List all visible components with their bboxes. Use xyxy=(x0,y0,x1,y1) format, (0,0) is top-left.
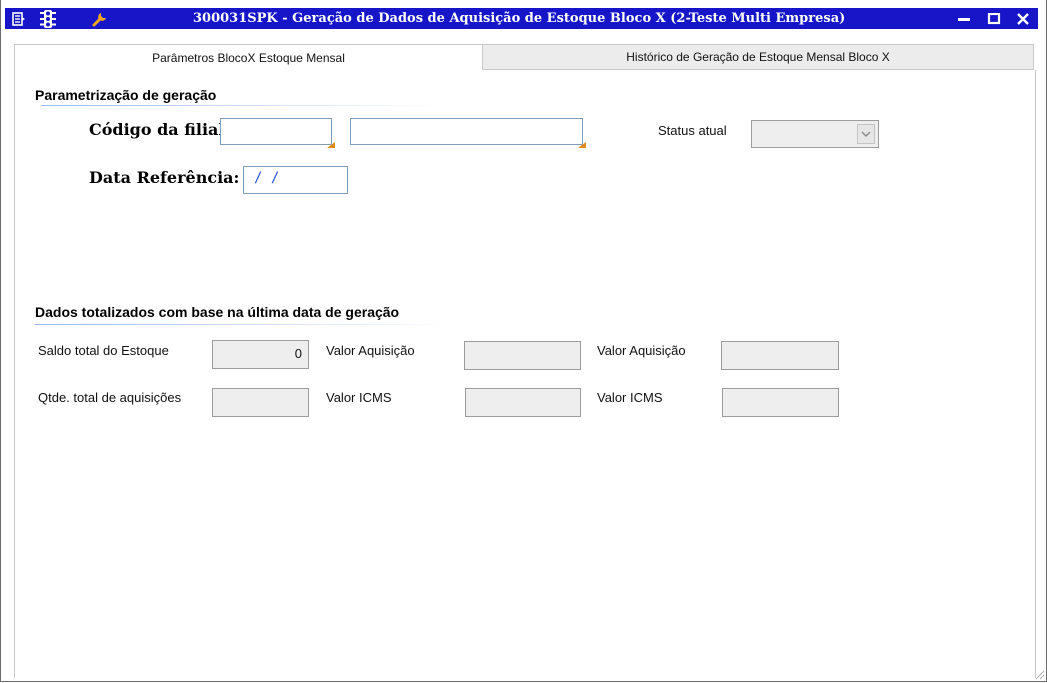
tab-panel: Parametrização de geração Código da fili… xyxy=(14,70,1036,678)
app-window: 300031SPK - Geração de Dados de Aquisiçã… xyxy=(0,0,1047,682)
params-section-divider xyxy=(41,105,441,106)
saldo-label: Saldo total do Estoque xyxy=(38,343,169,358)
window-title: 300031SPK - Geração de Dados de Aquisiçã… xyxy=(193,11,846,26)
traffic-light-icon[interactable] xyxy=(39,9,57,28)
valor-icms-field-2[interactable] xyxy=(722,388,839,417)
minimize-icon xyxy=(958,17,970,21)
status-dropdown-button[interactable] xyxy=(857,124,875,144)
menu-icon[interactable] xyxy=(11,9,27,28)
minimize-button[interactable] xyxy=(952,8,976,29)
status-select[interactable] xyxy=(751,120,879,148)
tab-historico[interactable]: Histórico de Geração de Estoque Mensal B… xyxy=(482,44,1034,70)
params-section-title: Parametrização de geração xyxy=(35,87,217,103)
valor-aquisicao-label-2: Valor Aquisição xyxy=(597,343,686,358)
saldo-field[interactable]: 0 xyxy=(212,340,309,369)
title-bar: 300031SPK - Geração de Dados de Aquisiçã… xyxy=(1,0,1046,30)
filial-label: Código da filial: xyxy=(89,120,231,139)
totals-section-title: Dados totalizados com base na última dat… xyxy=(35,304,400,320)
tab-parametros[interactable]: Parâmetros BlocoX Estoque Mensal xyxy=(14,44,482,70)
data-ref-field[interactable]: / / xyxy=(243,166,348,194)
totals-section-divider xyxy=(35,324,455,325)
valor-icms-field-1[interactable] xyxy=(465,388,581,417)
maximize-button[interactable] xyxy=(982,8,1006,29)
maximize-icon xyxy=(987,12,1001,24)
valor-aquisicao-field-1[interactable] xyxy=(464,341,581,370)
filial-name-field[interactable] xyxy=(350,118,586,148)
data-ref-label: Data Referência: xyxy=(89,168,240,187)
valor-aquisicao-field-2[interactable] xyxy=(721,341,839,370)
valor-icms-label-2: Valor ICMS xyxy=(597,390,663,405)
filial-code-field[interactable] xyxy=(220,118,335,148)
title-bar-band: 300031SPK - Geração de Dados de Aquisiçã… xyxy=(5,8,1038,29)
tab-bar: Parâmetros BlocoX Estoque Mensal Históri… xyxy=(14,44,1034,70)
saldo-value: 0 xyxy=(294,346,302,361)
valor-aquisicao-label-1: Valor Aquisição xyxy=(326,343,415,358)
valor-icms-label-1: Valor ICMS xyxy=(326,390,392,405)
data-ref-value: / / xyxy=(254,170,280,186)
resize-grip-icon[interactable] xyxy=(1031,666,1045,680)
status-label: Status atual xyxy=(658,123,727,138)
qtde-label: Qtde. total de aquisições xyxy=(38,390,182,405)
qtde-field[interactable] xyxy=(212,388,309,417)
wrench-icon[interactable] xyxy=(91,9,109,28)
chevron-down-icon xyxy=(861,131,871,137)
close-icon xyxy=(1017,12,1029,25)
lookup-icon xyxy=(327,142,335,148)
lookup-icon xyxy=(578,142,586,148)
close-button[interactable] xyxy=(1011,8,1035,29)
